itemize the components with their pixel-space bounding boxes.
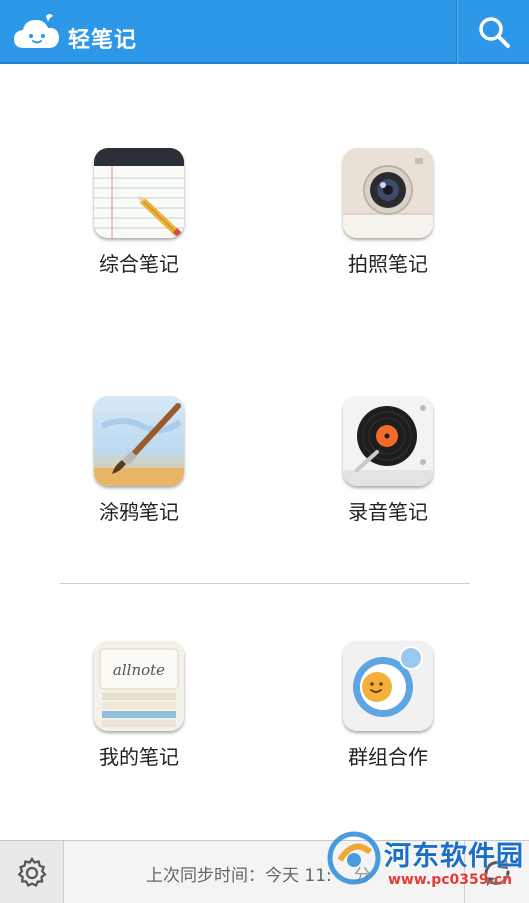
tile-label: 涂鸦笔记 [99,500,179,524]
watermark-url: www.pc0359.cn [388,872,513,888]
tile-label: 录音笔记 [348,500,428,524]
record-player-icon [343,396,433,486]
watermark-title: 河东软件园 [384,841,524,872]
app-screen: 轻笔记 综合笔记 拍照笔记 涂鸦笔记 录音笔记 allnote 我的笔记 群组合… [0,0,529,903]
app-header: 轻笔记 [0,0,529,64]
search-button[interactable] [458,0,529,64]
section-divider [60,583,470,584]
notebook-stack-icon: allnote [94,641,184,731]
svg-text:allnote: allnote [113,661,165,679]
tile-label: 我的笔记 [99,745,179,769]
gear-icon [17,856,47,887]
tile-general-note[interactable]: 综合笔记 [39,148,239,298]
search-icon [478,17,510,48]
group-avatar-icon [343,641,433,731]
tile-doodle-note[interactable]: 涂鸦笔记 [39,396,239,546]
cloud-logo-icon [12,12,66,52]
tile-audio-note[interactable]: 录音笔记 [288,396,488,546]
tile-photo-note[interactable]: 拍照笔记 [288,148,488,298]
site-watermark: 河东软件园 www.pc0359.cn [326,828,529,903]
tile-group-collab[interactable]: 群组合作 [288,641,488,791]
watermark-logo-icon [327,831,381,885]
paintbrush-icon [94,396,184,486]
app-title: 轻笔记 [68,28,138,53]
settings-button[interactable] [0,841,64,903]
tile-label: 群组合作 [348,745,428,769]
tile-my-notes[interactable]: allnote 我的笔记 [39,641,239,791]
notepad-icon [94,148,184,238]
camera-icon [343,148,433,238]
tile-label: 拍照笔记 [348,252,428,276]
header-divider [456,0,457,64]
tile-label: 综合笔记 [99,252,179,276]
sync-text-main: 上次同步时间：今天 11: [146,866,332,886]
